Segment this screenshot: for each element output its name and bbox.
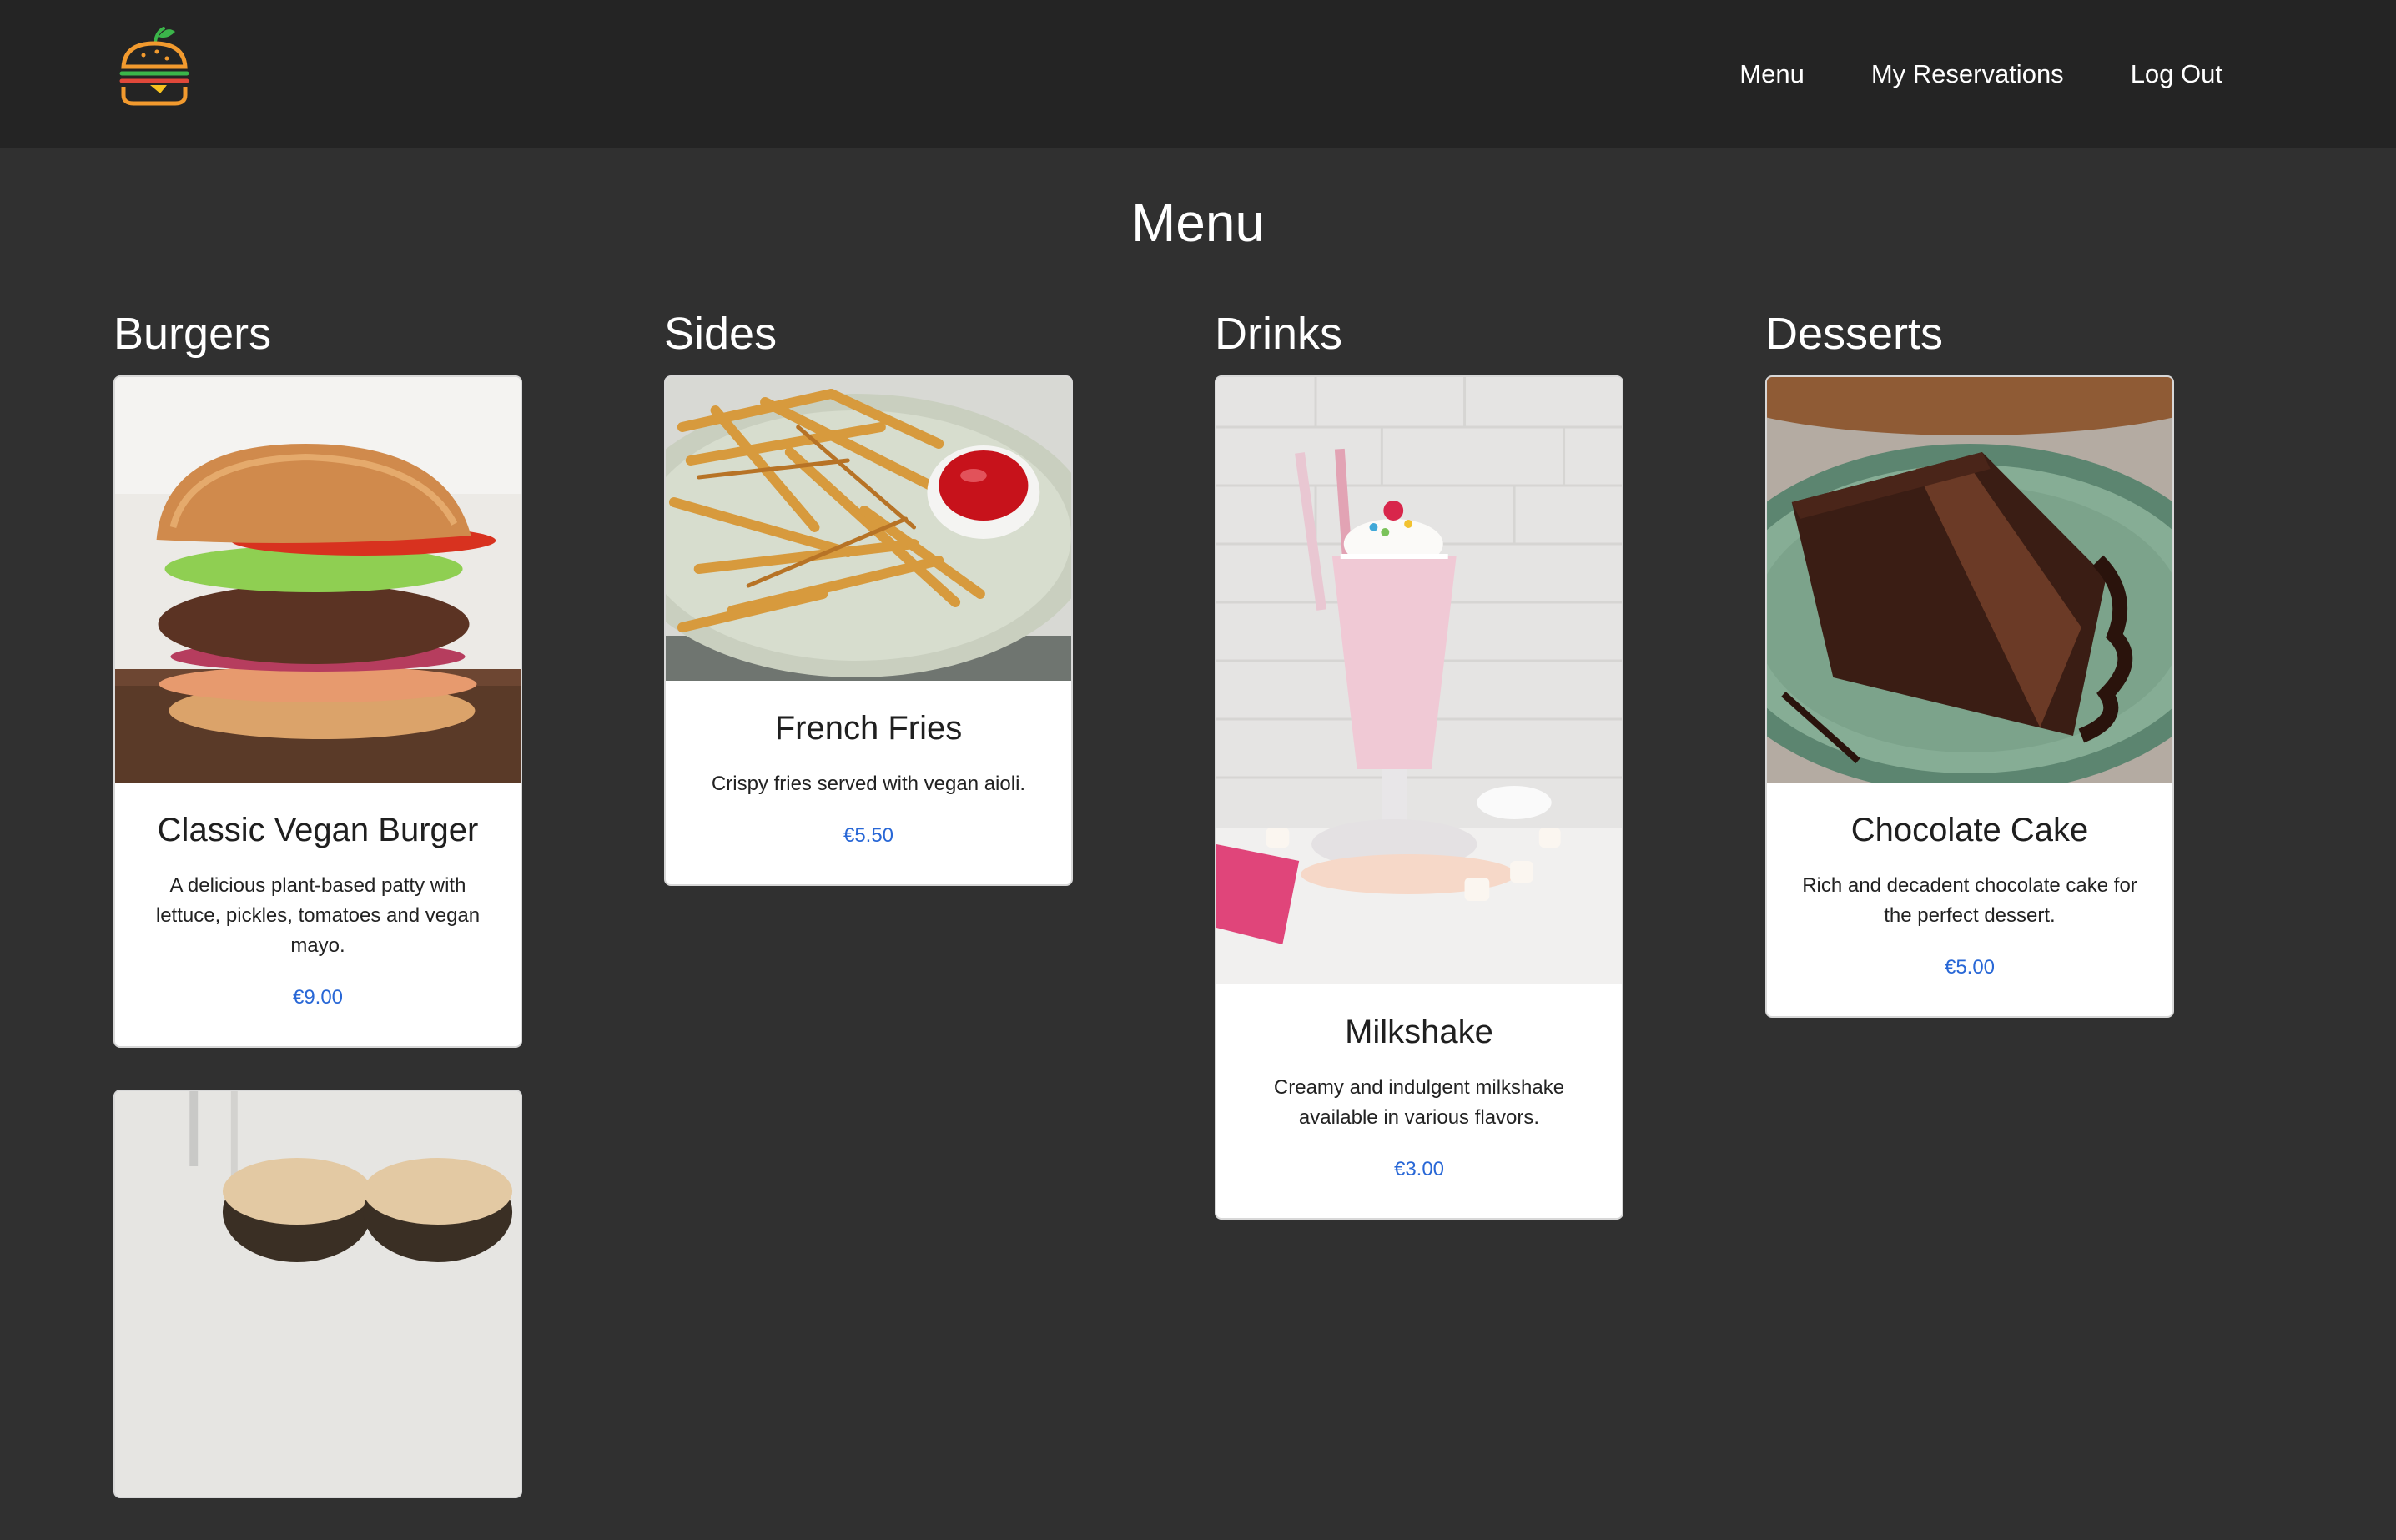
french-fries-photo <box>666 377 1071 681</box>
menu-item-card[interactable]: Milkshake Creamy and indulgent milkshake… <box>1215 375 1623 1220</box>
chocolate-cake-photo <box>1767 377 2172 783</box>
category-burgers: Burgers Classic Vegan Burger A delicious… <box>113 302 522 1540</box>
category-drinks: Drinks Milkshake Creamy and indulgent mi… <box>1215 302 1623 1261</box>
card-body: Chocolate Cake Rich and decadent chocola… <box>1767 783 2172 1016</box>
card-description: Rich and decadent chocolate cake for the… <box>1802 874 2137 927</box>
nav-link-log-out[interactable]: Log Out <box>2131 59 2222 89</box>
card-body: Classic Vegan Burger A delicious plant-b… <box>115 783 521 1046</box>
burger-photo <box>115 1091 521 1497</box>
nav-link-my-reservations[interactable]: My Reservations <box>1871 59 2064 89</box>
card-title: Chocolate Cake <box>1850 812 2089 848</box>
category-title: Sides <box>664 309 778 359</box>
nav-link-menu[interactable]: Menu <box>1739 59 1805 89</box>
page-title: Menu <box>1130 193 1266 253</box>
card-price: €3.00 <box>1393 1158 1445 1180</box>
card-title: Classic Vegan Burger <box>157 812 479 848</box>
category-title: Desserts <box>1765 309 1944 359</box>
card-price: €5.50 <box>843 824 894 847</box>
navbar: Menu My Reservations Log Out <box>0 0 2396 148</box>
menu-item-card[interactable]: Chocolate Cake Rich and decadent chocola… <box>1765 375 2174 1018</box>
category-desserts: Desserts Chocolate Cake Rich and decaden… <box>1765 302 2174 1059</box>
card-title: French Fries <box>774 710 963 747</box>
milkshake-photo <box>1216 377 1622 984</box>
menu-item-card[interactable] <box>113 1090 522 1498</box>
card-title: Milkshake <box>1345 1014 1493 1050</box>
card-body: French Fries Crispy fries served with ve… <box>666 681 1071 884</box>
card-description: Crispy fries served with vegan aioli. <box>711 773 1026 795</box>
vegan-burger-photo <box>115 377 521 783</box>
nav-links: Menu My Reservations Log Out <box>1739 0 2222 148</box>
card-body: Milkshake Creamy and indulgent milkshake… <box>1216 984 1622 1218</box>
category-title: Drinks <box>1215 309 1343 359</box>
menu-item-card[interactable]: French Fries Crispy fries served with ve… <box>664 375 1073 886</box>
category-title: Burgers <box>113 309 272 359</box>
menu-item-card[interactable]: Classic Vegan Burger A delicious plant-b… <box>113 375 522 1048</box>
card-description: A delicious plant-based patty with lettu… <box>155 874 481 957</box>
card-description: Creamy and indulgent milkshake available… <box>1273 1076 1565 1129</box>
burger-logo-icon[interactable] <box>117 25 192 108</box>
category-sides: Sides French Fries Crispy fries served w… <box>664 302 1073 928</box>
card-price: €5.00 <box>1944 956 1996 979</box>
card-price: €9.00 <box>292 986 344 1009</box>
